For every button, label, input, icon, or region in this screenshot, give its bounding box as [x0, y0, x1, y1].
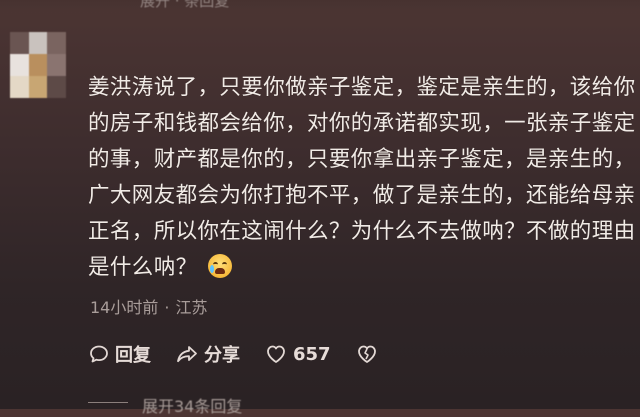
- expand-replies-link[interactable]: 展开34条回复: [142, 393, 242, 417]
- comment-line: 的房子和钱都会给你，对你的承诺都实现，一张亲子鉴定: [88, 111, 636, 136]
- heart-icon: [267, 345, 285, 363]
- comment-line: 是什么呐？: [88, 255, 198, 280]
- avatar[interactable]: [10, 32, 66, 98]
- reply-label: 回复: [115, 345, 151, 366]
- comment-location: 江苏: [175, 298, 208, 317]
- comment-line: 的事，财产都是你的，只要你拿出亲子鉴定，是亲生的，: [88, 147, 636, 172]
- comment-text: 姜洪涛说了，只要你做亲子鉴定，鉴定是亲生的，该给你 的房子和钱都会给你，对你的承诺…: [88, 70, 636, 286]
- comment-meta: 14小时前 · 江苏: [90, 294, 207, 318]
- meta-separator: ·: [164, 298, 170, 317]
- replies-divider: [88, 402, 128, 403]
- broken-heart-icon: [357, 345, 376, 363]
- top-fade: [0, 0, 640, 14]
- comment-time: 14小时前: [90, 298, 159, 317]
- share-icon: [177, 346, 197, 363]
- like-count: 657: [293, 343, 331, 365]
- comment-line: 正名，所以你在这闹什么？为什么不去做呐？不做的理由: [88, 219, 636, 244]
- share-button[interactable]: 分享: [175, 341, 240, 367]
- reply-icon: [90, 345, 108, 363]
- comment-line: 广大网友都会为你打抱不平，做了是亲生的，还能给母亲: [88, 183, 636, 208]
- dislike-button[interactable]: [355, 343, 384, 365]
- previous-expand-replies[interactable]: 展开 · 条回复: [140, 0, 229, 11]
- reply-button[interactable]: 回复: [88, 341, 151, 367]
- share-label: 分享: [204, 345, 240, 366]
- comment-actions: 回复 分享 657: [88, 341, 408, 367]
- comment-line: 姜洪涛说了，只要你做亲子鉴定，鉴定是亲生的，该给你: [88, 75, 636, 100]
- like-button[interactable]: 657: [264, 343, 331, 365]
- crying-laughing-emoji-icon: [207, 254, 232, 278]
